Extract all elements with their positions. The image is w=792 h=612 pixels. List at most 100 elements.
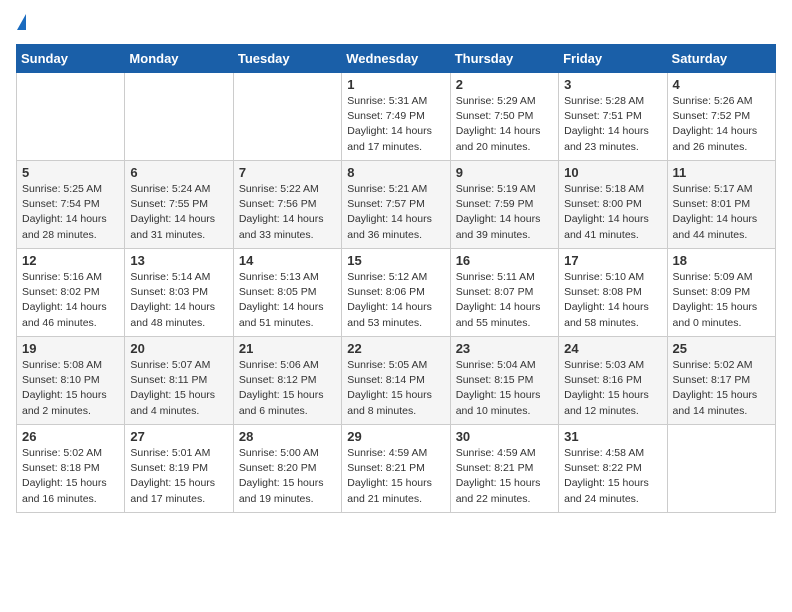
weekday-header-friday: Friday	[559, 45, 667, 73]
day-number: 20	[130, 341, 227, 356]
calendar-week-row: 26 Sunrise: 5:02 AM Sunset: 8:18 PM Dayli…	[17, 425, 776, 513]
day-number: 23	[456, 341, 553, 356]
calendar-cell: 2Sunrise: 5:29 AM Sunset: 7:50 PM Daylig…	[450, 73, 558, 161]
calendar-cell	[125, 73, 233, 161]
day-number: 27	[130, 429, 227, 444]
day-number: 3	[564, 77, 661, 92]
day-number: 29	[347, 429, 444, 444]
weekday-header-wednesday: Wednesday	[342, 45, 450, 73]
calendar-cell: 30 Sunrise: 4:59 AM Sunset: 8:21 PM Dayli…	[450, 425, 558, 513]
day-number: 6	[130, 165, 227, 180]
day-info: Sunrise: 5:13 AM Sunset: 8:05 PM Dayligh…	[239, 270, 336, 331]
day-info: Sunrise: 5:22 AM Sunset: 7:56 PM Dayligh…	[239, 182, 336, 243]
day-number: 8	[347, 165, 444, 180]
calendar-cell: 19Sunrise: 5:08 AM Sunset: 8:10 PM Dayli…	[17, 337, 125, 425]
day-info: Sunrise: 5:09 AM Sunset: 8:09 PM Dayligh…	[673, 270, 770, 331]
calendar-cell: 28Sunrise: 5:00 AM Sunset: 8:20 PM Dayli…	[233, 425, 341, 513]
day-info: Sunrise: 5:31 AM Sunset: 7:49 PM Dayligh…	[347, 94, 444, 155]
day-number: 10	[564, 165, 661, 180]
calendar-cell: 13 Sunrise: 5:14 AM Sunset: 8:03 PM Dayli…	[125, 249, 233, 337]
calendar-cell: 21 Sunrise: 5:06 AM Sunset: 8:12 PM Dayli…	[233, 337, 341, 425]
day-number: 9	[456, 165, 553, 180]
day-number: 22	[347, 341, 444, 356]
day-number: 31	[564, 429, 661, 444]
day-number: 21	[239, 341, 336, 356]
calendar-cell: 26 Sunrise: 5:02 AM Sunset: 8:18 PM Dayli…	[17, 425, 125, 513]
day-info: Sunrise: 5:18 AM Sunset: 8:00 PM Dayligh…	[564, 182, 661, 243]
day-info: Sunrise: 5:21 AM Sunset: 7:57 PM Dayligh…	[347, 182, 444, 243]
weekday-header-thursday: Thursday	[450, 45, 558, 73]
calendar-cell: 18Sunrise: 5:09 AM Sunset: 8:09 PM Dayli…	[667, 249, 775, 337]
calendar-cell: 17Sunrise: 5:10 AM Sunset: 8:08 PM Dayli…	[559, 249, 667, 337]
calendar-cell: 15 Sunrise: 5:12 AM Sunset: 8:06 PM Dayli…	[342, 249, 450, 337]
day-number: 15	[347, 253, 444, 268]
day-info: Sunrise: 5:02 AM Sunset: 8:18 PM Dayligh…	[22, 446, 119, 507]
calendar-week-row: 19Sunrise: 5:08 AM Sunset: 8:10 PM Dayli…	[17, 337, 776, 425]
day-info: Sunrise: 5:02 AM Sunset: 8:17 PM Dayligh…	[673, 358, 770, 419]
day-info: Sunrise: 5:19 AM Sunset: 7:59 PM Dayligh…	[456, 182, 553, 243]
day-number: 25	[673, 341, 770, 356]
day-number: 24	[564, 341, 661, 356]
calendar-week-row: 5 Sunrise: 5:25 AM Sunset: 7:54 PM Daylig…	[17, 161, 776, 249]
day-info: Sunrise: 5:01 AM Sunset: 8:19 PM Dayligh…	[130, 446, 227, 507]
calendar-cell: 22 Sunrise: 5:05 AM Sunset: 8:14 PM Dayli…	[342, 337, 450, 425]
day-info: Sunrise: 5:06 AM Sunset: 8:12 PM Dayligh…	[239, 358, 336, 419]
page-header	[16, 16, 776, 32]
calendar-cell: 14Sunrise: 5:13 AM Sunset: 8:05 PM Dayli…	[233, 249, 341, 337]
calendar-cell: 23 Sunrise: 5:04 AM Sunset: 8:15 PM Dayli…	[450, 337, 558, 425]
calendar-cell	[17, 73, 125, 161]
calendar-cell: 8 Sunrise: 5:21 AM Sunset: 7:57 PM Daylig…	[342, 161, 450, 249]
calendar-week-row: 1 Sunrise: 5:31 AM Sunset: 7:49 PM Daylig…	[17, 73, 776, 161]
day-number: 12	[22, 253, 119, 268]
day-number: 16	[456, 253, 553, 268]
calendar-cell: 9 Sunrise: 5:19 AM Sunset: 7:59 PM Daylig…	[450, 161, 558, 249]
day-info: Sunrise: 5:14 AM Sunset: 8:03 PM Dayligh…	[130, 270, 227, 331]
day-info: Sunrise: 4:59 AM Sunset: 8:21 PM Dayligh…	[456, 446, 553, 507]
calendar-cell: 4 Sunrise: 5:26 AM Sunset: 7:52 PM Daylig…	[667, 73, 775, 161]
calendar-cell: 3 Sunrise: 5:28 AM Sunset: 7:51 PM Daylig…	[559, 73, 667, 161]
day-info: Sunrise: 5:28 AM Sunset: 7:51 PM Dayligh…	[564, 94, 661, 155]
day-info: Sunrise: 5:12 AM Sunset: 8:06 PM Dayligh…	[347, 270, 444, 331]
logo-triangle-icon	[17, 14, 26, 30]
calendar-cell: 27 Sunrise: 5:01 AM Sunset: 8:19 PM Dayli…	[125, 425, 233, 513]
day-number: 19	[22, 341, 119, 356]
calendar-cell: 29 Sunrise: 4:59 AM Sunset: 8:21 PM Dayli…	[342, 425, 450, 513]
day-number: 7	[239, 165, 336, 180]
weekday-header-sunday: Sunday	[17, 45, 125, 73]
day-info: Sunrise: 4:58 AM Sunset: 8:22 PM Dayligh…	[564, 446, 661, 507]
day-info: Sunrise: 5:00 AM Sunset: 8:20 PM Dayligh…	[239, 446, 336, 507]
calendar-cell: 16 Sunrise: 5:11 AM Sunset: 8:07 PM Dayli…	[450, 249, 558, 337]
day-info: Sunrise: 5:17 AM Sunset: 8:01 PM Dayligh…	[673, 182, 770, 243]
day-info: Sunrise: 5:05 AM Sunset: 8:14 PM Dayligh…	[347, 358, 444, 419]
day-info: Sunrise: 5:10 AM Sunset: 8:08 PM Dayligh…	[564, 270, 661, 331]
day-number: 26	[22, 429, 119, 444]
day-info: Sunrise: 5:03 AM Sunset: 8:16 PM Dayligh…	[564, 358, 661, 419]
calendar-cell	[233, 73, 341, 161]
day-number: 30	[456, 429, 553, 444]
day-number: 5	[22, 165, 119, 180]
calendar-cell	[667, 425, 775, 513]
day-info: Sunrise: 5:25 AM Sunset: 7:54 PM Dayligh…	[22, 182, 119, 243]
day-info: Sunrise: 5:11 AM Sunset: 8:07 PM Dayligh…	[456, 270, 553, 331]
weekday-header-tuesday: Tuesday	[233, 45, 341, 73]
day-number: 4	[673, 77, 770, 92]
day-number: 11	[673, 165, 770, 180]
calendar-cell: 31 Sunrise: 4:58 AM Sunset: 8:22 PM Dayli…	[559, 425, 667, 513]
weekday-header-row: SundayMondayTuesdayWednesdayThursdayFrid…	[17, 45, 776, 73]
calendar-cell: 12 Sunrise: 5:16 AM Sunset: 8:02 PM Dayli…	[17, 249, 125, 337]
day-info: Sunrise: 5:16 AM Sunset: 8:02 PM Dayligh…	[22, 270, 119, 331]
weekday-header-monday: Monday	[125, 45, 233, 73]
day-info: Sunrise: 4:59 AM Sunset: 8:21 PM Dayligh…	[347, 446, 444, 507]
day-info: Sunrise: 5:07 AM Sunset: 8:11 PM Dayligh…	[130, 358, 227, 419]
logo	[16, 16, 26, 32]
day-info: Sunrise: 5:04 AM Sunset: 8:15 PM Dayligh…	[456, 358, 553, 419]
day-info: Sunrise: 5:24 AM Sunset: 7:55 PM Dayligh…	[130, 182, 227, 243]
day-number: 2	[456, 77, 553, 92]
calendar-table: SundayMondayTuesdayWednesdayThursdayFrid…	[16, 44, 776, 513]
calendar-cell: 10 Sunrise: 5:18 AM Sunset: 8:00 PM Dayli…	[559, 161, 667, 249]
day-info: Sunrise: 5:26 AM Sunset: 7:52 PM Dayligh…	[673, 94, 770, 155]
day-number: 1	[347, 77, 444, 92]
calendar-cell: 6 Sunrise: 5:24 AM Sunset: 7:55 PM Daylig…	[125, 161, 233, 249]
calendar-cell: 5 Sunrise: 5:25 AM Sunset: 7:54 PM Daylig…	[17, 161, 125, 249]
day-number: 13	[130, 253, 227, 268]
